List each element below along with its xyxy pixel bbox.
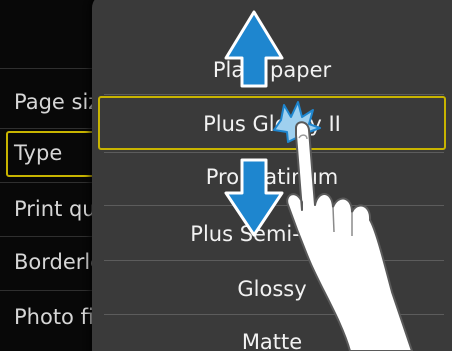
- hand-pointer-icon: [286, 121, 413, 351]
- printer-touch-screen: Page size Type Print quality Borderless …: [0, 0, 452, 351]
- gesture-overlay: [224, 10, 413, 351]
- up-arrow-icon: [224, 10, 284, 88]
- down-arrow-icon: [224, 158, 284, 237]
